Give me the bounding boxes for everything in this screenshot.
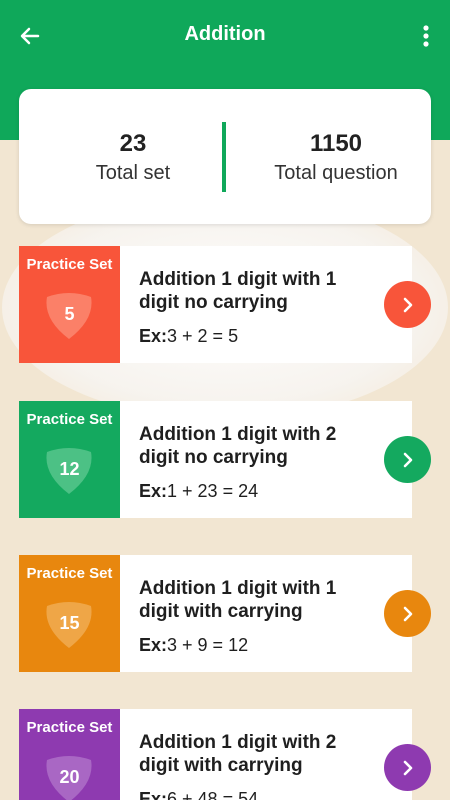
open-set-button[interactable] xyxy=(384,590,431,637)
practice-set-title: Addition 1 digit with 2 digit no carryin… xyxy=(139,424,337,468)
practice-set-example: Ex:1 + 23 = 24 xyxy=(139,481,258,502)
practice-set-card[interactable]: Practice Set 12 Addition 1 digit with 2 … xyxy=(19,401,431,518)
practice-set-number: 15 xyxy=(59,613,80,633)
more-vertical-icon xyxy=(423,25,429,47)
stats-card: 23 Total set 1150 Total question xyxy=(19,89,431,224)
practice-set-tag: Practice Set xyxy=(26,256,113,273)
practice-set-card[interactable]: Practice Set 20 Addition 1 digit with 2 … xyxy=(19,709,431,800)
chevron-right-icon xyxy=(403,760,412,775)
total-question-stat: 1150 Total question xyxy=(241,129,431,187)
total-set-label: Total set xyxy=(95,162,171,184)
practice-set-card[interactable]: Practice Set 5 Addition 1 digit with 1 d… xyxy=(19,246,431,363)
practice-set-number: 12 xyxy=(59,459,80,479)
chevron-right-icon xyxy=(403,452,412,467)
chevron-right-icon xyxy=(403,297,412,312)
chevron-right-icon xyxy=(403,606,412,621)
stats-divider xyxy=(222,122,226,192)
total-set-value: 23 xyxy=(119,130,147,157)
more-menu-button[interactable] xyxy=(414,20,438,52)
total-question-label: Total question xyxy=(274,162,398,184)
page-title: Addition xyxy=(184,23,266,45)
example-value: 1 + 23 = 24 xyxy=(167,481,259,501)
open-set-button[interactable] xyxy=(384,744,431,791)
practice-set-badge: Practice Set 20 xyxy=(19,709,120,800)
practice-set-card[interactable]: Practice Set 15 Addition 1 digit with 1 … xyxy=(19,555,431,672)
practice-set-title: Addition 1 digit with 1 digit with carry… xyxy=(139,578,337,622)
example-label: Ex: xyxy=(139,789,168,800)
practice-set-number: 20 xyxy=(59,767,80,787)
practice-set-tag: Practice Set xyxy=(26,565,113,582)
example-label: Ex: xyxy=(139,481,168,501)
example-label: Ex: xyxy=(139,326,168,346)
practice-set-title: Addition 1 digit with 1 digit no carryin… xyxy=(139,269,337,313)
practice-set-badge: Practice Set 12 xyxy=(19,401,120,518)
practice-set-badge: Practice Set 5 xyxy=(19,246,120,363)
practice-set-number: 5 xyxy=(64,304,75,324)
open-set-button[interactable] xyxy=(384,281,431,328)
example-value: 3 + 9 = 12 xyxy=(167,635,249,655)
open-set-button[interactable] xyxy=(384,436,431,483)
example-value: 3 + 2 = 5 xyxy=(167,326,239,346)
practice-set-example: Ex:6 + 48 = 54 xyxy=(139,789,258,800)
example-value: 6 + 48 = 54 xyxy=(167,789,259,800)
practice-set-example: Ex:3 + 9 = 12 xyxy=(139,635,248,656)
example-label: Ex: xyxy=(139,635,168,655)
practice-set-title: Addition 1 digit with 2 digit with carry… xyxy=(139,732,337,776)
total-question-value: 1150 xyxy=(309,130,363,157)
practice-set-tag: Practice Set xyxy=(26,719,113,736)
total-set-stat: 23 Total set xyxy=(59,129,207,187)
practice-set-badge: Practice Set 15 xyxy=(19,555,120,672)
practice-set-tag: Practice Set xyxy=(26,411,113,428)
practice-set-example: Ex:3 + 2 = 5 xyxy=(139,326,238,347)
